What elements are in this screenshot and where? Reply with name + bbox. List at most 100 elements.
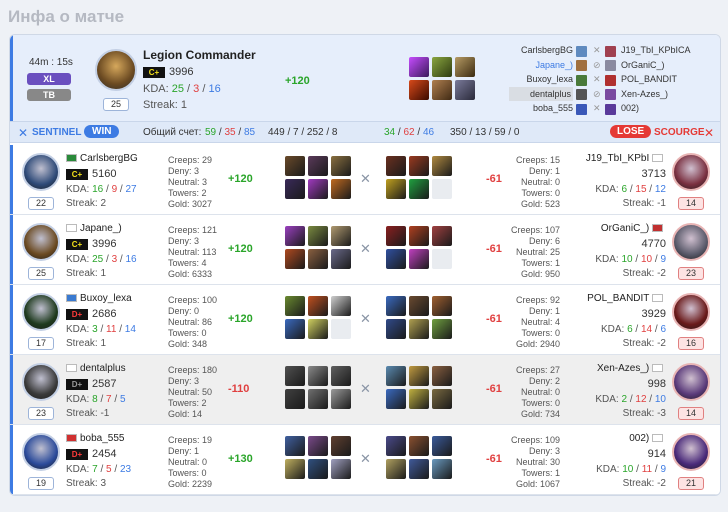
player-name[interactable]: dentalplus — [66, 363, 126, 374]
item-icon[interactable] — [386, 389, 406, 409]
item-icon[interactable] — [308, 296, 328, 316]
item-icon[interactable] — [386, 436, 406, 456]
item-icon[interactable] — [285, 296, 305, 316]
item-icon[interactable] — [285, 436, 305, 456]
player-name[interactable]: OrGaniC_) — [601, 223, 666, 234]
item-icon[interactable] — [409, 296, 429, 316]
sentinel-player-name[interactable]: Buxoy_lexa — [509, 72, 573, 87]
item-icon[interactable] — [285, 179, 305, 199]
item-icon[interactable] — [386, 366, 406, 386]
hero-avatar[interactable] — [22, 363, 60, 401]
item-icon[interactable] — [409, 459, 429, 479]
scourge-player-name[interactable]: OrGaniC_) — [621, 58, 720, 73]
item-icon[interactable] — [331, 436, 351, 456]
hero-avatar[interactable] — [672, 293, 710, 331]
scourge-player-name[interactable]: 002) — [621, 101, 720, 116]
item-icon[interactable] — [308, 249, 328, 269]
item-icon[interactable] — [331, 389, 351, 409]
item-icon[interactable] — [331, 366, 351, 386]
item-icon[interactable] — [432, 296, 452, 316]
item-icon[interactable] — [386, 179, 406, 199]
item-icon[interactable] — [285, 226, 305, 246]
item-icon[interactable] — [331, 156, 351, 176]
item-icon[interactable] — [432, 156, 452, 176]
item-icon[interactable] — [386, 156, 406, 176]
player-name[interactable]: Buxoy_lexa — [66, 293, 132, 304]
item-icon[interactable] — [386, 319, 406, 339]
hero-avatar[interactable] — [672, 433, 710, 471]
hero-avatar[interactable] — [672, 363, 710, 401]
item-icon[interactable] — [432, 179, 452, 199]
player-name[interactable]: Xen-Azes_) — [597, 363, 666, 374]
team-score-bar: ✕ SENTINEL WIN Общий счет: 59 / 35 / 85 … — [10, 121, 720, 143]
player-name[interactable]: boba_555 — [66, 433, 125, 444]
item-icon[interactable] — [432, 226, 452, 246]
player-name[interactable]: J19_TbI_KPbI — [586, 153, 666, 164]
item-icon[interactable] — [285, 459, 305, 479]
item-grid — [386, 366, 452, 409]
item-icon[interactable] — [386, 459, 406, 479]
player-name[interactable]: Japane_) — [66, 223, 122, 234]
item-icon[interactable] — [331, 179, 351, 199]
item-icon[interactable] — [331, 319, 351, 339]
item-icon[interactable] — [285, 389, 305, 409]
item-icon[interactable] — [308, 319, 328, 339]
sentinel-player-name[interactable]: Japane_) — [509, 58, 573, 73]
hero-avatar[interactable] — [22, 153, 60, 191]
item-icon[interactable] — [432, 249, 452, 269]
item-icon[interactable] — [409, 80, 429, 100]
item-icon[interactable] — [409, 57, 429, 77]
item-icon[interactable] — [386, 249, 406, 269]
item-icon[interactable] — [308, 366, 328, 386]
item-icon[interactable] — [386, 226, 406, 246]
item-icon[interactable] — [409, 389, 429, 409]
item-icon[interactable] — [409, 156, 429, 176]
item-icon[interactable] — [409, 319, 429, 339]
item-icon[interactable] — [308, 179, 328, 199]
item-icon[interactable] — [409, 366, 429, 386]
item-icon[interactable] — [432, 319, 452, 339]
item-icon[interactable] — [432, 80, 452, 100]
player-name[interactable]: POL_BANDIT — [587, 293, 666, 304]
sentinel-player-name[interactable]: CarlsbergBG — [509, 43, 573, 58]
item-icon[interactable] — [285, 156, 305, 176]
item-icon[interactable] — [285, 319, 305, 339]
item-icon[interactable] — [432, 366, 452, 386]
player-name[interactable]: 002) — [629, 433, 666, 444]
item-icon[interactable] — [409, 249, 429, 269]
item-icon[interactable] — [331, 249, 351, 269]
hero-avatar[interactable] — [672, 223, 710, 261]
hero-avatar[interactable] — [22, 293, 60, 331]
player-name[interactable]: CarlsbergBG — [66, 153, 138, 164]
item-icon[interactable] — [409, 179, 429, 199]
hero-avatar[interactable] — [22, 433, 60, 471]
item-icon[interactable] — [455, 57, 475, 77]
scourge-player-name[interactable]: POL_BANDIT — [621, 72, 720, 87]
sentinel-player-name[interactable]: dentalplus — [509, 86, 573, 101]
item-icon[interactable] — [409, 436, 429, 456]
item-icon[interactable] — [285, 366, 305, 386]
hero-avatar[interactable] — [95, 49, 137, 91]
item-icon[interactable] — [409, 226, 429, 246]
item-icon[interactable] — [308, 436, 328, 456]
item-icon[interactable] — [285, 249, 305, 269]
sentinel-player-name[interactable]: boba_555 — [509, 101, 573, 116]
item-icon[interactable] — [432, 389, 452, 409]
item-icon[interactable] — [308, 156, 328, 176]
item-icon[interactable] — [308, 226, 328, 246]
item-icon[interactable] — [308, 459, 328, 479]
item-icon[interactable] — [331, 296, 351, 316]
item-icon[interactable] — [455, 80, 475, 100]
scourge-player-name[interactable]: J19_TbI_KPbICA — [621, 43, 720, 58]
item-icon[interactable] — [432, 436, 452, 456]
hero-avatar[interactable] — [22, 223, 60, 261]
item-icon[interactable] — [308, 389, 328, 409]
player-name[interactable]: Legion Commander — [143, 48, 256, 62]
item-icon[interactable] — [386, 296, 406, 316]
item-icon[interactable] — [331, 459, 351, 479]
item-icon[interactable] — [432, 57, 452, 77]
hero-avatar[interactable] — [672, 153, 710, 191]
item-icon[interactable] — [331, 226, 351, 246]
scourge-player-name[interactable]: Xen-Azes_) — [621, 87, 720, 102]
item-icon[interactable] — [432, 459, 452, 479]
